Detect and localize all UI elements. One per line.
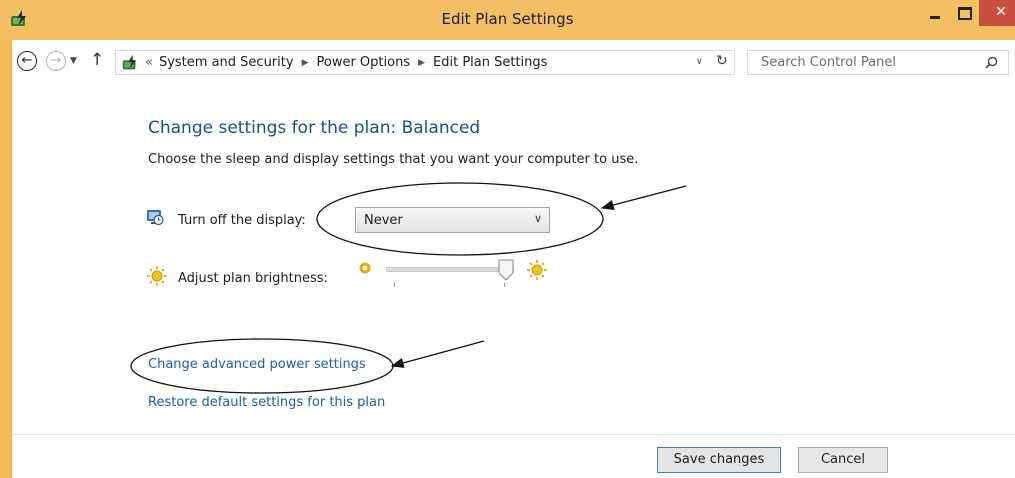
annotation-arrow-advanced [390,340,485,368]
annotation-ellipse-advanced [130,338,394,394]
annotation-ellipse-display [316,182,604,256]
annotation-arrow-display [600,185,687,211]
edit-plan-settings-window: Edit Plan Settings ✕ ← → ▼ ↑ «System and… [0,0,1015,478]
annotation-layer [130,182,687,394]
